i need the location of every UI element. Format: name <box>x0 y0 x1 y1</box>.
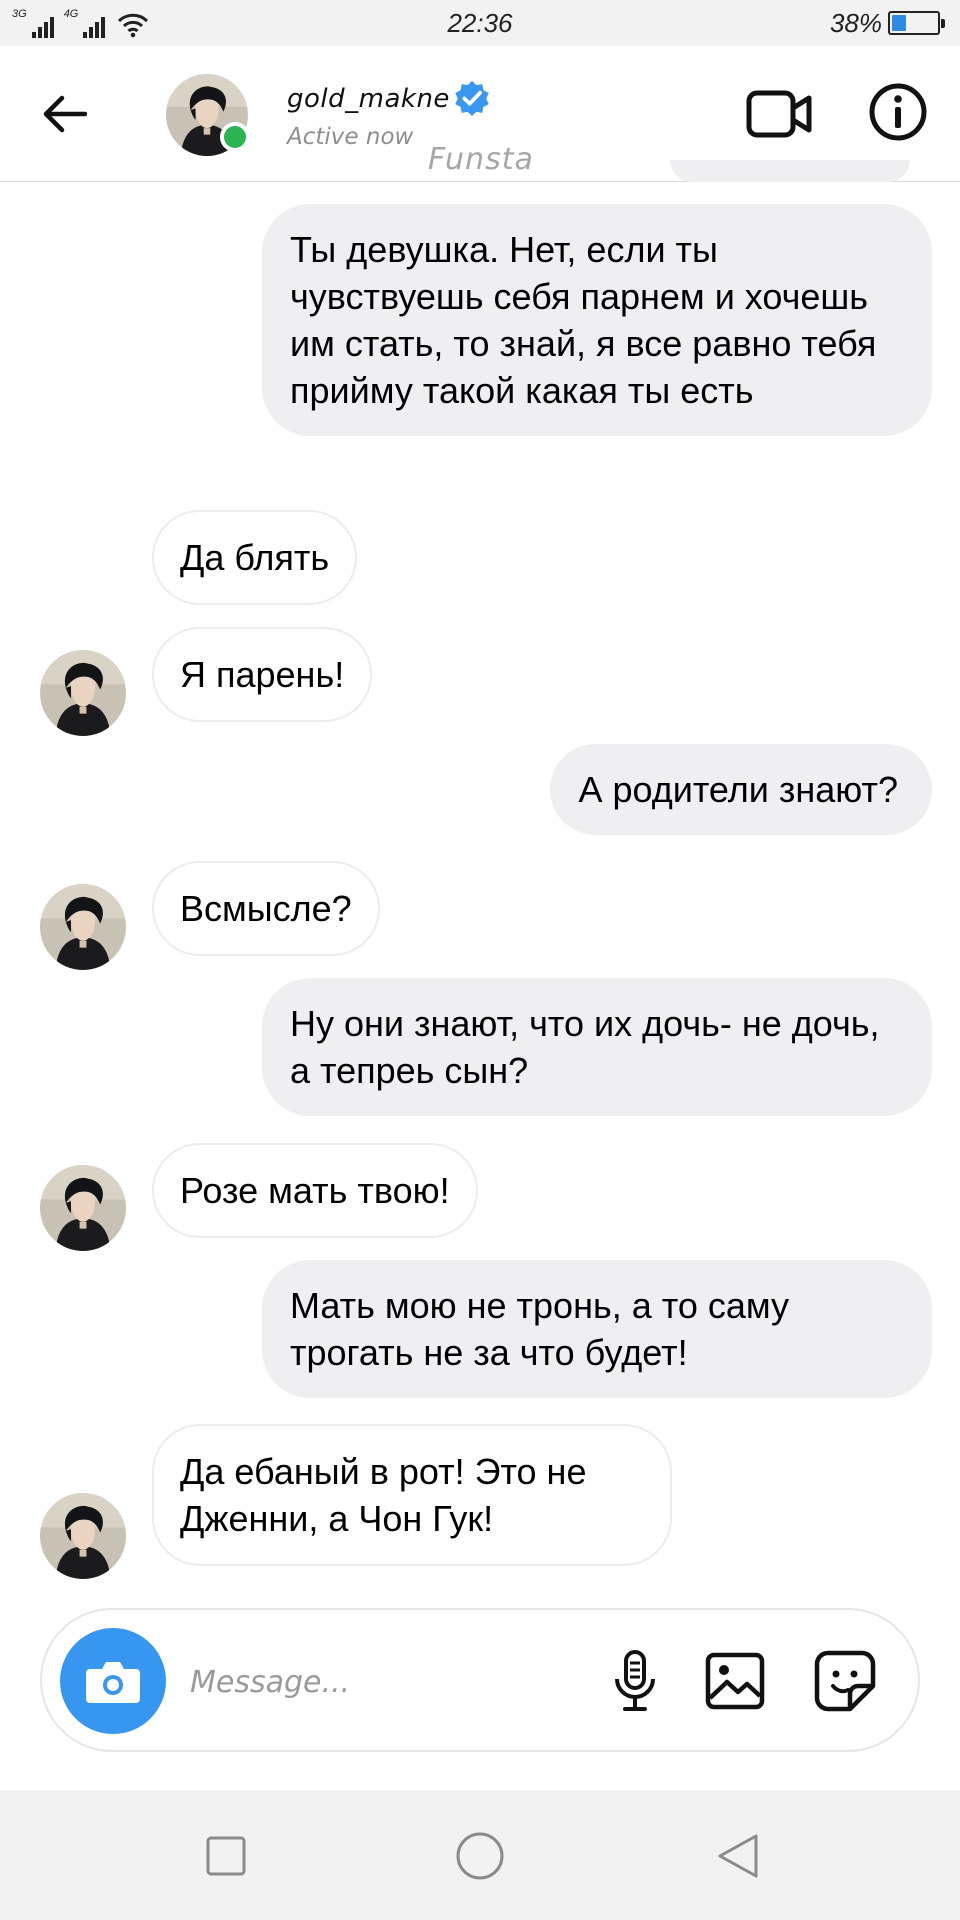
sender-avatar[interactable] <box>40 1165 126 1251</box>
verified-badge-icon <box>455 80 489 117</box>
sticker-button[interactable] <box>810 1646 880 1716</box>
back-nav-button[interactable] <box>708 1826 768 1886</box>
activity-status: Active now <box>287 124 414 150</box>
message-bubble-incoming[interactable]: Я парень! <box>152 627 373 722</box>
microphone-icon <box>615 1650 655 1711</box>
message-composer <box>40 1608 920 1752</box>
home-button[interactable] <box>450 1826 510 1886</box>
message-bubble-incoming[interactable]: Да блять <box>152 510 358 605</box>
message-bubble-outgoing[interactable]: Ну они знают, что их дочь- не дочь, а те… <box>262 978 932 1116</box>
clock: 22:36 <box>447 8 513 38</box>
battery-icon <box>888 11 945 35</box>
voice-message-button[interactable] <box>600 1646 670 1716</box>
video-camera-icon <box>746 90 812 138</box>
message-bubble-incoming[interactable]: Да ебаный в рот! Это не Дженни, а Чон Гу… <box>152 1424 672 1566</box>
message-bubble-outgoing[interactable]: Ты девушка. Нет, если ты чувствуешь себя… <box>262 204 932 436</box>
battery-level-fill <box>892 15 907 31</box>
image-icon <box>705 1652 765 1710</box>
previous-message-edge <box>670 160 910 182</box>
video-call-button[interactable] <box>744 84 814 144</box>
battery-percent: 38% <box>829 8 882 38</box>
message-bubble-incoming[interactable]: Всмысле? <box>152 861 380 956</box>
info-icon <box>869 83 927 141</box>
sticker-icon <box>814 1650 876 1712</box>
recents-button[interactable] <box>196 1826 256 1886</box>
message-input[interactable] <box>190 1654 610 1710</box>
triangle-back-icon <box>718 1834 758 1878</box>
contact-username[interactable]: gold_makne <box>287 84 450 114</box>
profile-avatar[interactable] <box>166 74 250 156</box>
online-indicator <box>220 122 250 152</box>
square-icon <box>206 1836 246 1876</box>
message-bubble-incoming[interactable]: Розе мать твою! <box>152 1143 478 1238</box>
circle-icon <box>456 1832 504 1880</box>
sender-avatar[interactable] <box>40 650 126 736</box>
back-button[interactable] <box>36 86 92 142</box>
sender-avatar[interactable] <box>40 884 126 970</box>
system-navigation-bar <box>0 1790 960 1920</box>
arrow-left-icon <box>43 95 87 133</box>
gallery-button[interactable] <box>700 1646 770 1716</box>
info-button[interactable] <box>867 81 929 143</box>
status-bar: 3G 4G 22:36 38% <box>0 0 960 46</box>
sender-avatar[interactable] <box>40 1493 126 1579</box>
message-bubble-outgoing[interactable]: Мать мою не тронь, а то саму трогать не … <box>262 1260 932 1398</box>
watermark-text: Funsta <box>428 142 534 177</box>
message-bubble-outgoing[interactable]: А родители знают? <box>550 744 932 835</box>
camera-icon <box>86 1662 140 1703</box>
camera-button[interactable] <box>60 1628 166 1734</box>
